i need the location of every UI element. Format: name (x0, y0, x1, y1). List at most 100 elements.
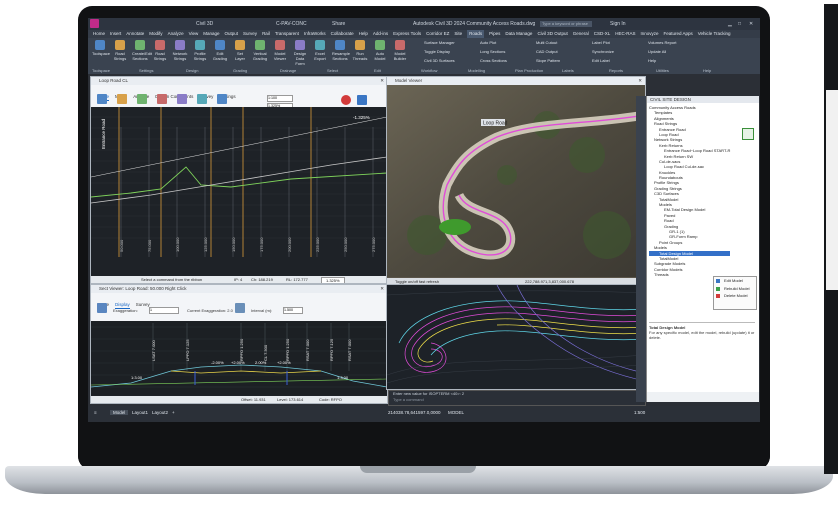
ribbon-tab-infraworks[interactable]: InfraWorks (304, 30, 326, 38)
tab-model[interactable]: Model (110, 410, 129, 415)
ribbon-small-button-13[interactable]: Update All (648, 49, 698, 54)
profile-tool-icon[interactable] (177, 94, 187, 104)
profile-graph[interactable]: 50.000 75.000 100.000 125.000 150.000 175.000… (91, 107, 387, 257)
context-menu-item-rebuild-model[interactable]: Rebuild Model (714, 285, 756, 293)
command-input[interactable]: Type a command (389, 397, 645, 403)
profile-tool-icon[interactable] (197, 94, 207, 104)
profile-tool-icon[interactable] (97, 94, 107, 104)
ribbon-small-button-9[interactable]: Label Plot (592, 40, 642, 45)
tab-layout1[interactable]: Layout1 (132, 410, 148, 415)
ribbon-small-button-7[interactable]: CAD Output (536, 49, 586, 54)
exaggeration-input[interactable]: 1 (149, 307, 179, 314)
ribbon-button-11[interactable]: Excel Export (312, 40, 328, 61)
ribbon-small-button-12[interactable]: Volumes Report (648, 40, 698, 45)
workspace-selector[interactable]: Civil 3D (196, 21, 213, 27)
command-line[interactable]: Enter new value for ISOPTERM <40>: 2 Typ… (388, 390, 646, 406)
ribbon-tab-vehicle-tracking[interactable]: Vehicle Tracking (698, 30, 731, 38)
add-layout-button[interactable]: + (172, 410, 175, 415)
ribbon-tab-featured-apps[interactable]: Featured Apps (664, 30, 693, 38)
ribbon-button-8[interactable]: Vertical Grading (252, 40, 268, 61)
app-logo-icon[interactable] (90, 19, 99, 28)
ribbon-tab-innovyze[interactable]: Innovyze (641, 30, 659, 38)
ribbon-small-button-1[interactable]: Toggle Display (424, 49, 474, 54)
ribbon-tab-analyze[interactable]: Analyze (168, 30, 184, 38)
ribbon-tab-general[interactable]: General (573, 30, 589, 38)
context-menu-item-delete-model[interactable]: Delete Model (714, 292, 756, 300)
scale-input[interactable]: 1:100 (267, 95, 293, 102)
ribbon-tab-transparent[interactable]: Transparent (275, 30, 299, 38)
ribbon-button-7[interactable]: Set Layer (232, 40, 248, 61)
interval-input[interactable]: 1.500 (283, 307, 303, 314)
ribbon-button-13[interactable]: Run Threads (352, 40, 368, 61)
model-space-toggle[interactable]: MODEL (448, 410, 464, 415)
profile-tool-icon[interactable] (137, 94, 147, 104)
status-grade[interactable]: 1.325% (321, 277, 345, 283)
ribbon-tab-corridor-ez[interactable]: Corridor EZ (426, 30, 449, 38)
ribbon-button-14[interactable]: Auto Model (372, 40, 388, 61)
ribbon-small-button-5[interactable]: Cross Sections (480, 58, 530, 63)
profile-tool-icon[interactable] (117, 94, 127, 104)
ribbon-small-button-14[interactable]: Help (648, 58, 698, 63)
context-menu-item-edit-model[interactable]: Edit Model (714, 277, 756, 285)
cross-section-graph[interactable]: LSAT 7.000 LPFO 7.125 RPFO 1.250 CL 7.300 RP… (91, 321, 387, 395)
profile-tool-icon[interactable] (157, 94, 167, 104)
excel-icon[interactable] (742, 128, 754, 140)
menu-icon[interactable]: ≡ (94, 410, 97, 415)
3d-terrain-view[interactable]: Loop Road (387, 85, 645, 277)
ribbon-tab-insert[interactable]: Insert (110, 30, 121, 38)
ribbon-tab-annotate[interactable]: Annotate (126, 30, 144, 38)
ribbon-button-9[interactable]: Model Viewer (272, 40, 288, 61)
ribbon-small-button-6[interactable]: Multi Cutout (536, 40, 586, 45)
ribbon-small-button-0[interactable]: Surface Manager (424, 40, 474, 45)
ribbon-button-3[interactable]: Road Strings (152, 40, 168, 61)
close-icon[interactable]: ✕ (638, 77, 642, 85)
ribbon-button-12[interactable]: Resample Sections (332, 40, 350, 61)
plan-drawing[interactable] (387, 285, 645, 389)
section-settings-icon[interactable] (97, 303, 107, 313)
sign-in-button[interactable]: Sign In (610, 21, 626, 27)
ribbon-tab-add-ins[interactable]: Add-ins (373, 30, 388, 38)
maximize-icon[interactable]: □ (738, 21, 741, 27)
ribbon-small-button-11[interactable]: Edit Label (592, 58, 642, 63)
ribbon-button-6[interactable]: Edit Grading (212, 40, 228, 61)
ribbon-tab-hec-ras[interactable]: HEC-RAS (615, 30, 635, 38)
ribbon-tab-roads[interactable]: Roads (467, 30, 485, 38)
ribbon-button-5[interactable]: Profile Strings (192, 40, 208, 61)
ribbon-small-button-2[interactable]: Civil 3D Surfaces (424, 58, 474, 63)
ribbon-button-0[interactable]: Toolspace (92, 40, 110, 56)
ribbon-small-button-4[interactable]: Long Sections (480, 49, 530, 54)
ribbon-tab-help[interactable]: Help (359, 30, 368, 38)
ribbon-tab-manage[interactable]: Manage (203, 30, 219, 38)
ribbon-button-4[interactable]: Network Strings (172, 40, 188, 61)
ribbon-button-10[interactable]: Design Data Form (292, 40, 308, 66)
ribbon-tab-survey[interactable]: Survey (243, 30, 257, 38)
ribbon-tab-rail[interactable]: Rail (262, 30, 270, 38)
ribbon-tab-view[interactable]: View (189, 30, 199, 38)
ribbon-tab-home[interactable]: Home (93, 30, 105, 38)
close-icon[interactable]: ✕ (380, 77, 384, 85)
profile-tool-icon[interactable] (217, 94, 227, 104)
annotation-scale[interactable]: 1:500 (634, 410, 645, 415)
ribbon-tab-csd-xl[interactable]: CSD-XL (594, 30, 611, 38)
help-icon[interactable] (357, 95, 367, 105)
tab-layout2[interactable]: Layout2 (152, 410, 168, 415)
share-button[interactable]: Share (332, 21, 345, 27)
ribbon-small-button-3[interactable]: Auto Plot (480, 40, 530, 45)
ribbon-tab-civil-3d-output[interactable]: Civil 3D Output (537, 30, 567, 38)
ribbon-tab-site[interactable]: Site (454, 30, 462, 38)
ribbon-tab-pipes[interactable]: Pipes (489, 30, 500, 38)
ribbon-small-button-8[interactable]: Slope Pattern (536, 58, 586, 63)
ribbon-button-15[interactable]: Model Builder (392, 40, 408, 61)
layer-selector[interactable]: C-PAV-CONC (276, 21, 307, 27)
ribbon-tab-express-tools[interactable]: Express Tools (393, 30, 421, 38)
ribbon-small-button-10[interactable]: Synchronize (592, 49, 642, 54)
play-icon[interactable] (235, 303, 245, 313)
ribbon-tab-output[interactable]: Output (225, 30, 239, 38)
delete-all-icon[interactable] (341, 95, 351, 105)
ribbon-tab-modify[interactable]: Modify (149, 30, 162, 38)
close-icon[interactable]: ✕ (749, 21, 753, 27)
ribbon-tab-data-manage[interactable]: Data Manage (505, 30, 532, 38)
close-icon[interactable]: ✕ (380, 285, 384, 293)
section-tab-survey[interactable]: Survey (136, 301, 150, 308)
ribbon-button-2[interactable]: Create/Edit Sections (132, 40, 152, 61)
